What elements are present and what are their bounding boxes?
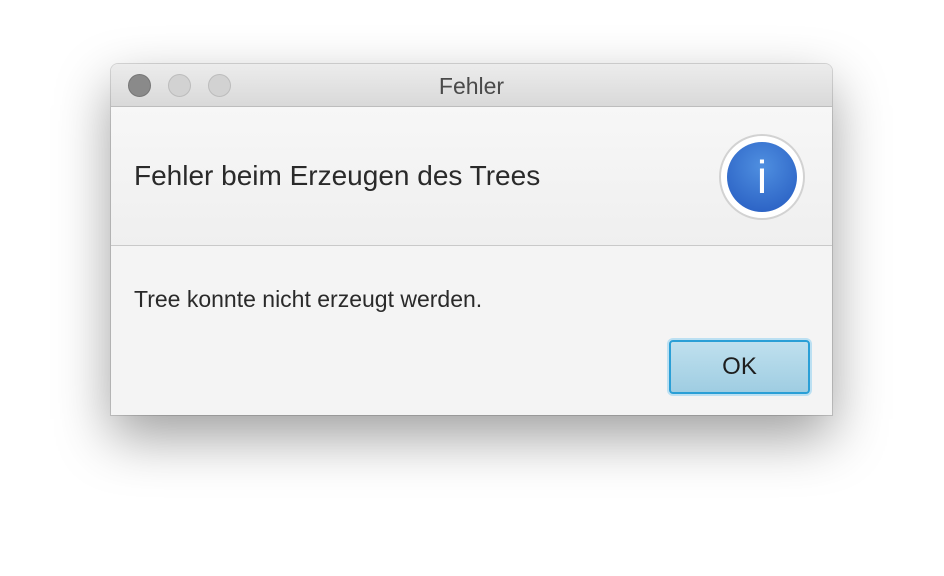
dialog-header: Fehler beim Erzeugen des Trees i — [111, 107, 832, 246]
title-bar[interactable]: Fehler — [111, 64, 832, 107]
header-text: Fehler beim Erzeugen des Trees — [134, 160, 541, 191]
ok-button[interactable]: OK — [669, 340, 810, 394]
info-icon: i — [719, 134, 805, 220]
alert-dialog: Fehler Fehler beim Erzeugen des Trees i … — [111, 64, 832, 415]
window-title: Fehler — [438, 73, 505, 99]
message-text: Tree konnte nicht erzeugt werden. — [134, 286, 483, 312]
info-icon-glyph: i — [727, 142, 797, 212]
desktop: Fehler Fehler beim Erzeugen des Trees i … — [0, 0, 944, 576]
